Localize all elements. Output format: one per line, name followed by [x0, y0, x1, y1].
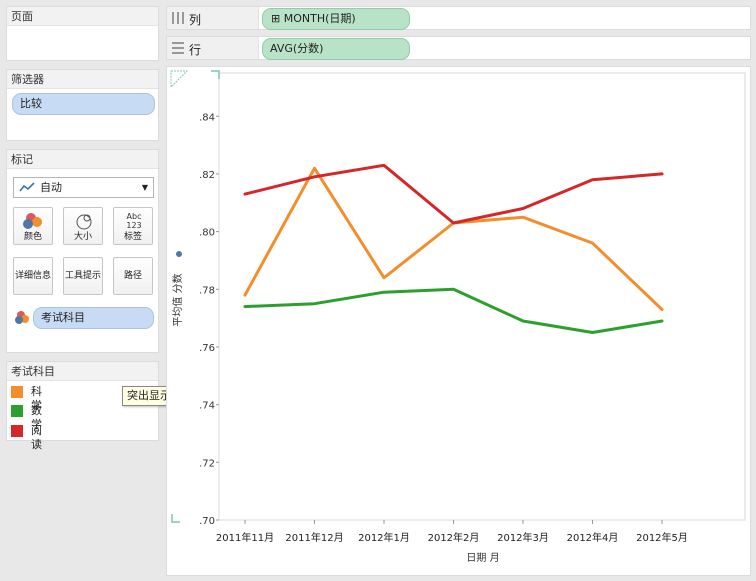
svg-text:123: 123 [126, 221, 141, 230]
x-tick-label: 2012年2月 [428, 531, 480, 544]
pages-card: 页面 [6, 6, 159, 61]
mark-type-dropdown[interactable]: 自动 ▼ [13, 177, 154, 198]
color-button[interactable]: 颜色 [13, 207, 53, 245]
color-icon [23, 213, 42, 229]
x-axis-title: 日期 月 [466, 552, 499, 564]
mark-type-label: 自动 [40, 181, 62, 194]
abc-123-icon: Abc 123 [126, 212, 142, 230]
corner-marker [171, 514, 180, 523]
x-tick-label: 2012年5月 [636, 531, 688, 544]
y-tick-label: .70 [199, 516, 215, 527]
corner-marker [170, 70, 189, 89]
x-tick-label: 2011年11月 [216, 531, 274, 544]
month-date-pill[interactable]: ⊞ MONTH(日期) [262, 8, 410, 30]
color-icon [15, 311, 29, 324]
legend-swatch [11, 386, 23, 398]
y-tick-label: .80 [199, 228, 215, 239]
rows-icon [172, 42, 184, 54]
columns-shelf-header: 列 [167, 7, 259, 29]
rows-shelf-header: 行 [167, 37, 259, 59]
y-tick-label: .82 [199, 170, 215, 181]
chevron-down-icon: ▼ [141, 183, 148, 192]
detail-button[interactable]: 详细信息 [13, 257, 53, 295]
y-tick-label: .72 [199, 458, 215, 469]
legend-card-title: 考试科目 [7, 362, 158, 381]
x-tick-label: 2012年3月 [497, 531, 549, 544]
label-button-label: 标签 [123, 232, 142, 242]
path-button[interactable]: 路径 [113, 257, 153, 295]
viz-area[interactable]: .70 .72 .74 .76 .78 .80 .82 .84 平均值 分数 2011年11月 20… [166, 66, 751, 576]
size-button-label: 大小 [73, 232, 92, 242]
filters-card: 筛选器 比较 [6, 69, 159, 141]
rows-shelf-label: 行 [189, 43, 202, 57]
columns-shelf[interactable]: 列 ⊞ MONTH(日期) [166, 6, 751, 30]
legend-swatch [11, 425, 23, 437]
y-tick-label: .84 [199, 112, 215, 123]
columns-shelf-label: 列 [189, 13, 202, 27]
x-tick-label: 2012年4月 [567, 531, 619, 544]
x-tick-label: 2012年1月 [358, 531, 410, 544]
size-button[interactable]: 大小 [63, 207, 103, 245]
legend-swatch [11, 405, 23, 417]
path-button-label: 路径 [123, 271, 142, 281]
month-date-pill-label: MONTH(日期) [283, 12, 356, 25]
avg-score-pill[interactable]: AVG(分数) [262, 38, 410, 60]
y-tick-label: .74 [199, 401, 215, 412]
series-line[interactable] [243, 163, 664, 225]
line-chart[interactable]: .70 .72 .74 .76 .78 .80 .82 .84 平均值 分数 2011年11月 20… [167, 67, 752, 577]
size-icon [76, 214, 92, 230]
expand-icon[interactable]: ⊞ [271, 12, 280, 25]
tooltip-button-label: 工具提示 [64, 271, 101, 281]
rows-shelf[interactable]: 行 AVG(分数) [166, 36, 751, 60]
series-line[interactable] [243, 287, 664, 334]
legend-item-label: 阅读 [31, 424, 42, 451]
color-button-label: 颜色 [23, 232, 42, 242]
marks-card: 标记 自动 ▼ 颜色 大小 Abc 123 标签 详细信息 工具提示 路径 考试… [6, 149, 159, 353]
svg-text:Abc: Abc [127, 212, 142, 221]
color-field-pill[interactable]: 考试科目 [33, 307, 154, 329]
y-tick-label: .76 [199, 343, 215, 354]
plot-border [218, 72, 746, 521]
label-button[interactable]: Abc 123 标签 [113, 207, 153, 245]
corner-marker [211, 70, 220, 79]
x-tick-label: 2011年12月 [285, 531, 343, 544]
filters-card-title: 筛选器 [7, 70, 158, 89]
y-tick-label: .78 [199, 285, 215, 296]
marks-card-title: 标记 [7, 150, 158, 169]
pages-card-title: 页面 [7, 7, 158, 26]
tooltip-button[interactable]: 工具提示 [63, 257, 103, 295]
line-chart-icon [19, 182, 35, 192]
columns-icon [172, 12, 184, 24]
y-axis-title: 平均值 分数 [171, 273, 184, 326]
filter-pill-compare[interactable]: 比较 [12, 93, 155, 115]
pin-icon [176, 251, 182, 257]
detail-button-label: 详细信息 [14, 271, 51, 281]
